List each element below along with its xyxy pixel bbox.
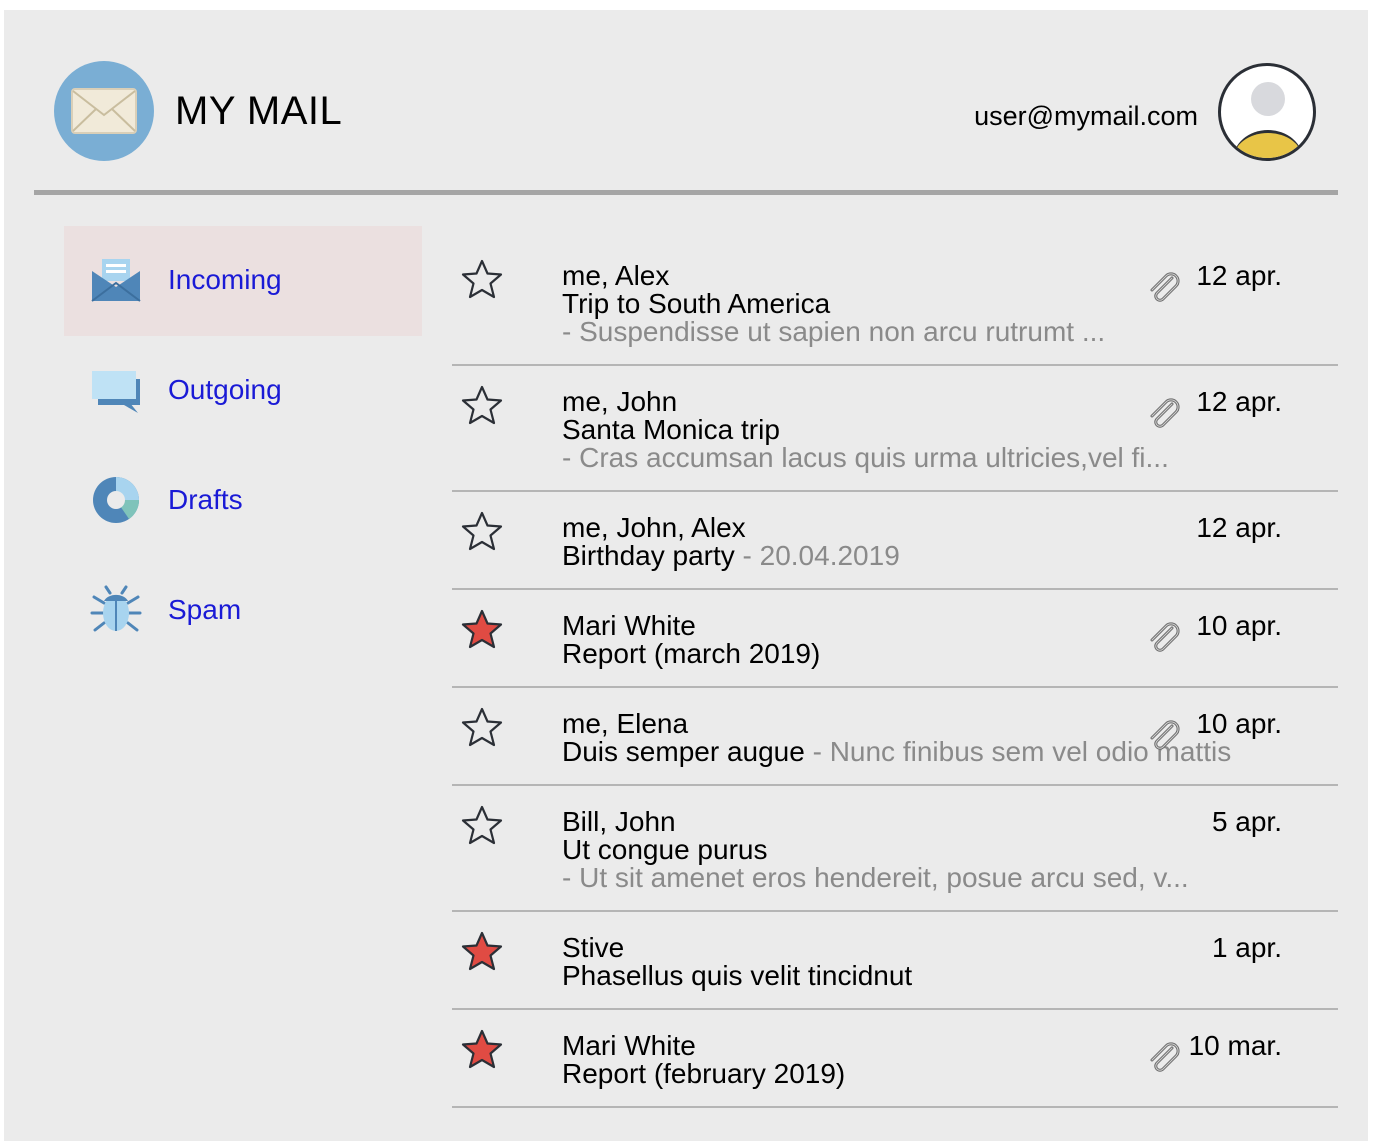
- sidebar-item-label: Drafts: [168, 484, 243, 515]
- mail-subject: Report (march 2019): [562, 638, 821, 669]
- mail-snippet: - Cras accumsan lacus quis urma ultricie…: [562, 442, 1169, 473]
- paperclip-icon: [1146, 620, 1180, 654]
- mail-subject: Ut congue purus: [562, 834, 768, 865]
- star-outline-icon[interactable]: [460, 258, 504, 302]
- mail-subject: Trip to South America: [562, 288, 831, 319]
- mail-senders: Mari White: [562, 610, 696, 641]
- mail-row[interactable]: Mari White Report (march 2019) 10 apr.: [452, 590, 1338, 688]
- star-outline-icon[interactable]: [460, 706, 504, 750]
- paperclip-icon: [1146, 718, 1180, 752]
- star-outline-icon[interactable]: [460, 804, 504, 848]
- mail-date: 1 apr.: [1211, 932, 1282, 963]
- mail-senders: me, Alex: [562, 260, 670, 291]
- sidebar-item-drafts[interactable]: Drafts: [64, 446, 422, 556]
- mail-senders: me, John, Alex: [562, 512, 746, 543]
- header-divider: [34, 190, 1338, 195]
- sidebar-item-incoming[interactable]: Incoming: [64, 226, 422, 336]
- mail-senders: Stive: [562, 932, 625, 963]
- mail-date: 10 mar.: [1188, 1030, 1282, 1061]
- mail-row[interactable]: Stive Phasellus quis velit tincidnut 1 apr…: [452, 912, 1338, 1010]
- mail-row[interactable]: Bill, John Ut congue purus - Ut sit amenet…: [452, 786, 1338, 912]
- mail-senders: Bill, John: [562, 806, 676, 837]
- mail-subject: Phasellus quis velit tincidnut: [562, 960, 913, 991]
- mail-subject: Report (february 2019): [562, 1058, 846, 1089]
- mail-row[interactable]: me, Elena Duis semper augue - Nunc finibu…: [452, 688, 1338, 786]
- mail-date: 5 apr.: [1211, 806, 1282, 837]
- sidebar-item-label: Outgoing: [168, 374, 282, 405]
- star-outline-icon[interactable]: [460, 384, 504, 428]
- mail-row[interactable]: me, Alex Trip to South America - Suspendis…: [452, 240, 1338, 366]
- avatar-head: [1251, 82, 1285, 116]
- paperclip-icon: [1146, 396, 1180, 430]
- app-title: MY MAIL: [175, 89, 343, 133]
- mail-date: 10 apr.: [1196, 708, 1282, 739]
- mail-senders: me, Elena: [562, 708, 689, 739]
- mail-logo-icon: [54, 61, 154, 161]
- avatar[interactable]: [1218, 63, 1316, 161]
- sidebar-item-label: Incoming: [168, 264, 282, 295]
- inbox-envelope-icon: [90, 254, 142, 306]
- mail-senders: Mari White: [562, 1030, 696, 1061]
- speech-bubble-icon: [90, 364, 142, 416]
- mail-subject: Birthday party: [562, 540, 735, 571]
- mail-inline-snippet: - 20.04.2019: [734, 540, 900, 571]
- mail-subject-line: Report (march 2019): [562, 640, 820, 668]
- mail-subject: Duis semper augue: [562, 736, 805, 767]
- mail-row[interactable]: me, John Santa Monica trip - Cras accumsan…: [452, 366, 1338, 492]
- star-filled-icon[interactable]: [460, 1028, 504, 1072]
- mail-list: me, Alex Trip to South America - Suspendis…: [452, 240, 1338, 1108]
- mail-subject-line: Phasellus quis velit tincidnut: [562, 962, 912, 990]
- mail-subject: Santa Monica trip: [562, 414, 780, 445]
- star-outline-icon[interactable]: [460, 510, 504, 554]
- paperclip-icon: [1146, 270, 1180, 304]
- mail-subject-line: Trip to South America: [562, 290, 830, 318]
- mail-snippet: - Suspendisse ut sapien non arcu rutrumt…: [562, 316, 1106, 347]
- avatar-body: [1233, 130, 1303, 158]
- mail-date: 12 apr.: [1196, 386, 1282, 417]
- pie-chart-icon: [90, 474, 142, 526]
- sidebar-item-label: Spam: [168, 594, 242, 625]
- sidebar-item-outgoing[interactable]: Outgoing: [64, 336, 422, 446]
- sidebar: Incoming Outgoing Drafts Spam: [64, 226, 422, 666]
- star-filled-icon[interactable]: [460, 608, 504, 652]
- sidebar-item-spam[interactable]: Spam: [64, 556, 422, 666]
- mail-subject-line: Report (february 2019): [562, 1060, 845, 1088]
- mail-date: 12 apr.: [1196, 260, 1282, 291]
- paperclip-icon: [1146, 1040, 1180, 1074]
- user-email[interactable]: user@mymail.com: [974, 100, 1198, 132]
- mail-subject-line: Ut congue purus: [562, 836, 767, 864]
- mail-subject-line: Duis semper augue - Nunc finibus sem vel…: [562, 738, 1231, 766]
- mail-subject-line: Santa Monica trip: [562, 416, 780, 444]
- mail-senders: me, John: [562, 386, 678, 417]
- mail-row[interactable]: me, John, Alex Birthday party - 20.04.201…: [452, 492, 1338, 590]
- star-filled-icon[interactable]: [460, 930, 504, 974]
- mail-row[interactable]: Mari White Report (february 2019) 10 mar.: [452, 1010, 1338, 1108]
- mail-date: 10 apr.: [1196, 610, 1282, 641]
- header: MY MAIL user@mymail.com: [4, 10, 1368, 196]
- mail-subject-line: Birthday party - 20.04.2019: [562, 542, 900, 570]
- mail-snippet: - Ut sit amenet eros hendereit, posue ar…: [562, 862, 1189, 893]
- bug-icon: [90, 584, 142, 636]
- mail-app: MY MAIL user@mymail.com Incoming Outgoin…: [4, 10, 1368, 1141]
- mail-date: 12 apr.: [1196, 512, 1282, 543]
